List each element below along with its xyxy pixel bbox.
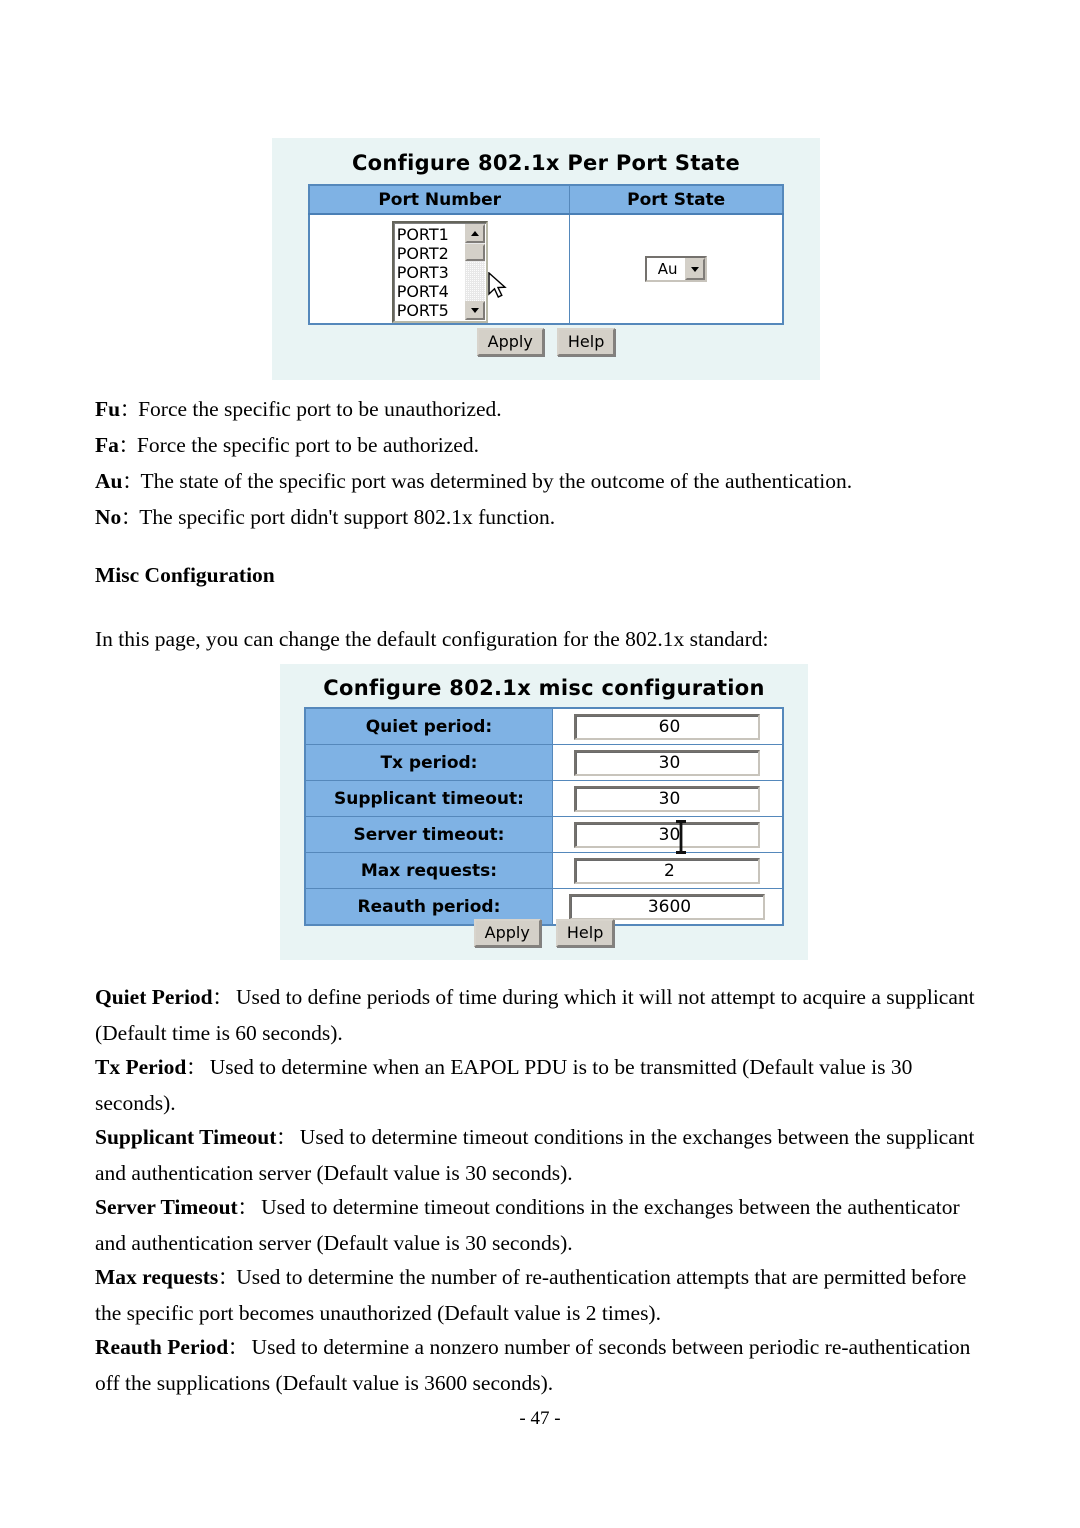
field-label-quiet-period: Quiet period: [304,707,553,745]
description-term: Tx Period [95,1055,187,1079]
legend-colon: ： [122,472,141,493]
field-label-tx-period: Tx period: [304,744,553,781]
description-colon: ： [186,1058,205,1079]
description-item: Tx Period： Used to determine when an EAP… [95,1050,995,1120]
description-colon: ： [218,1268,237,1289]
field-label-supplicant-timeout: Supplicant timeout: [304,780,553,817]
description-colon: ： [237,1198,256,1219]
port-state-select-value: Au [647,258,686,280]
field-label-max-requests: Max requests: [304,852,553,889]
legend-colon: ： [121,508,140,529]
description-colon: ： [276,1128,295,1149]
legend-line: No：The specific port didn't support 802.… [95,500,995,536]
legend-line: Fu：Force the specific port to be unautho… [95,392,995,428]
field-cell-max-requests: 2 [551,852,784,889]
legend-term: Fa [95,433,119,457]
port-state-cell: Au [569,213,784,325]
misc-configuration-table: Quiet period: 60 Tx period: 30 Supplican… [304,707,784,926]
misc-button-row: Apply Help [280,919,808,947]
legend-line: Fa：Force the specific port to be authori… [95,428,995,464]
description-term: Max requests [95,1265,219,1289]
listbox-scrollbar[interactable] [464,224,485,320]
legend-text: The state of the specific port was deter… [140,469,853,493]
table-row: Supplicant timeout: 30 [304,780,784,817]
column-header-port-number: Port Number [308,184,571,215]
text-ibeam-cursor [676,820,686,854]
triangle-down-icon [470,308,479,313]
description-term: Quiet Period [95,985,213,1009]
misc-configuration-heading: Misc Configuration [95,563,275,587]
per-port-state-panel: Configure 802.1x Per Port State Port Num… [272,138,820,380]
per-port-state-table: Port Number Port State PORT1 PORT2 PORT3… [308,184,784,325]
triangle-up-icon [470,231,479,236]
apply-button[interactable]: Apply [473,919,541,947]
description-colon: ： [228,1338,247,1359]
description-item: Quiet Period： Used to define periods of … [95,980,995,1050]
reauth-period-input[interactable]: 3600 [569,893,766,920]
legend-text: Force the specific port to be authorized… [136,433,479,457]
chevron-down-icon[interactable] [685,258,706,280]
table-row: Server timeout: 30 [304,816,784,853]
description-colon: ： [212,988,231,1009]
table-row: Tx period: 30 [304,744,784,781]
legend-text: The specific port didn't support 802.1x … [139,505,556,529]
scroll-up-button[interactable] [464,224,485,243]
mouse-pointer-cursor [488,272,507,298]
description-item: Max requests：Used to determine the numbe… [95,1260,995,1330]
description-item: Supplicant Timeout： Used to determine ti… [95,1120,995,1190]
tx-period-input[interactable]: 30 [574,749,761,776]
server-timeout-input[interactable]: 30 [574,821,761,848]
field-cell-server-timeout: 30 [551,816,784,853]
port-state-legend: Fu：Force the specific port to be unautho… [95,392,995,536]
page-number: - 47 - [519,1408,561,1429]
field-descriptions: Quiet Period： Used to define periods of … [95,980,995,1400]
port-number-cell: PORT1 PORT2 PORT3 PORT4 PORT5 [308,213,571,325]
description-item: Server Timeout： Used to determine timeou… [95,1190,995,1260]
legend-colon: ： [118,436,137,457]
description-text: Used to determine when an EAPOL PDU is t… [95,1055,913,1115]
scrollbar-thumb[interactable] [464,244,485,261]
port-number-listbox[interactable]: PORT1 PORT2 PORT3 PORT4 PORT5 [391,221,488,323]
description-term: Reauth Period [95,1335,229,1359]
help-button[interactable]: Help [555,919,615,947]
quiet-period-input[interactable]: 60 [574,713,761,740]
misc-configuration-title: Configure 802.1x misc configuration [323,676,765,700]
table-row: Quiet period: 60 [304,707,784,745]
scroll-down-button[interactable] [464,301,485,320]
field-cell-tx-period: 30 [551,744,784,781]
triangle-down-glyph [691,266,700,272]
supplicant-timeout-input[interactable]: 30 [574,785,761,812]
table-body-row: PORT1 PORT2 PORT3 PORT4 PORT5 Au [308,213,784,325]
max-requests-input[interactable]: 2 [574,857,761,884]
misc-configuration-panel: Configure 802.1x misc configuration Quie… [280,664,808,960]
misc-configuration-block: Misc Configuration [95,558,995,592]
description-item: Reauth Period： Used to determine a nonze… [95,1330,995,1400]
description-term: Supplicant Timeout [95,1125,277,1149]
field-label-server-timeout: Server timeout: [304,816,553,853]
misc-intro-block: In this page, you can change the default… [95,622,995,656]
legend-term: Au [95,469,123,493]
table-header-row: Port Number Port State [308,184,784,215]
legend-term: Fu [95,397,121,421]
per-port-state-title: Configure 802.1x Per Port State [351,151,741,175]
table-row: Max requests: 2 [304,852,784,889]
description-term: Server Timeout [95,1195,238,1219]
apply-button[interactable]: Apply [476,328,544,356]
legend-colon: ： [120,400,139,421]
legend-term: No [95,505,122,529]
per-port-state-button-row: Apply Help [272,328,820,356]
misc-intro-text: In this page, you can change the default… [95,627,769,651]
field-cell-quiet-period: 60 [551,707,784,745]
field-cell-supplicant-timeout: 30 [551,780,784,817]
column-header-port-state: Port State [569,184,784,215]
port-state-select[interactable]: Au [645,256,708,282]
help-button[interactable]: Help [556,328,616,356]
legend-line: Au：The state of the specific port was de… [95,464,995,500]
legend-text: Force the specific port to be unauthoriz… [138,397,502,421]
